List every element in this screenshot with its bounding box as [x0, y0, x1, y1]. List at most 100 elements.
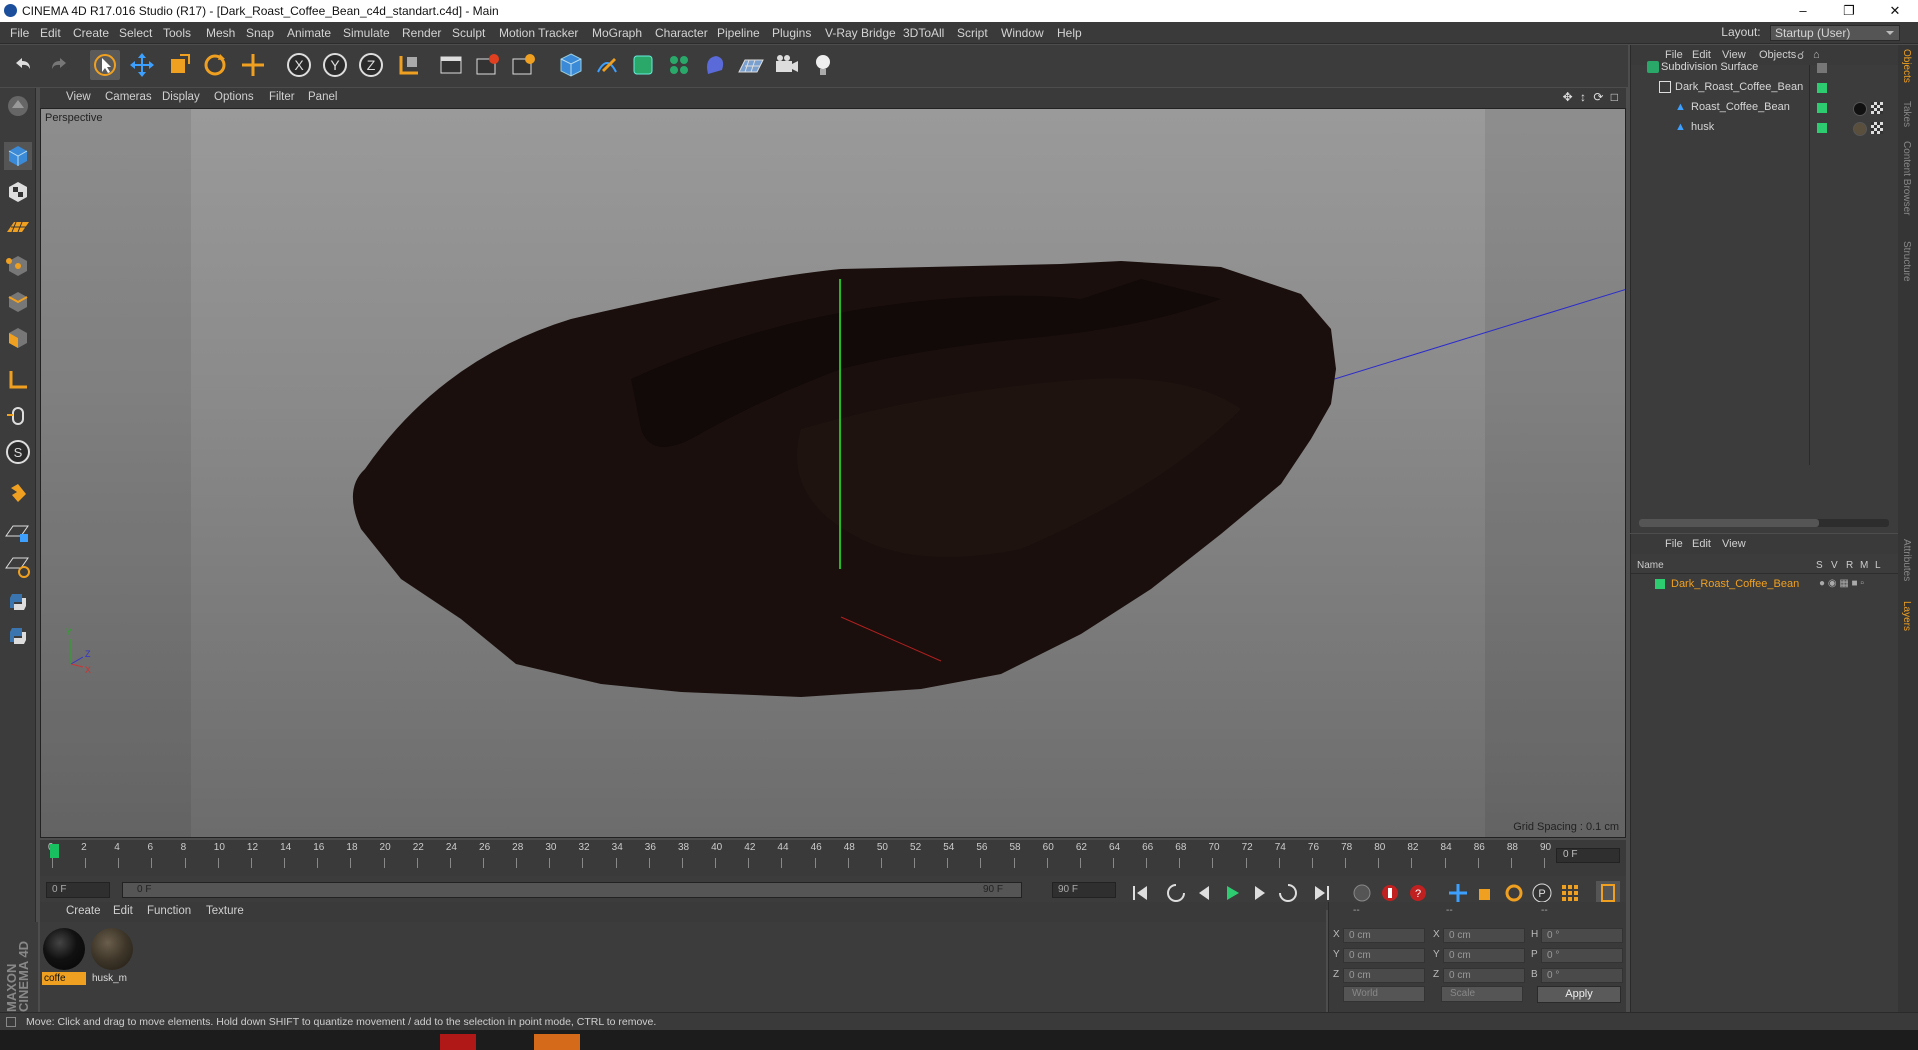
- make-editable-icon[interactable]: [4, 92, 32, 120]
- restore-icon[interactable]: ❐: [1826, 0, 1872, 22]
- lock-workplane-icon[interactable]: [4, 518, 32, 546]
- layer-color-tag[interactable]: [1817, 83, 1827, 93]
- rotation-p-field[interactable]: 0 °: [1541, 948, 1623, 963]
- move-icon[interactable]: [127, 50, 157, 80]
- vp-menu-filter[interactable]: Filter: [269, 91, 295, 103]
- texture-mode-icon[interactable]: [4, 178, 32, 206]
- menu-render[interactable]: Render: [402, 26, 441, 40]
- light-icon[interactable]: [808, 50, 838, 80]
- viewport-nav-icons[interactable]: ✥ ↕ ⟳ □: [1563, 90, 1620, 104]
- perspective-viewport[interactable]: Perspective Y Z X Grid Spacing : 0.1 cm: [40, 108, 1626, 838]
- layer-toggle-icons[interactable]: ● ◉ ▦ ■ ▫: [1819, 578, 1864, 589]
- mat-menu-edit[interactable]: Edit: [113, 905, 133, 917]
- tab-structure[interactable]: Structure: [1901, 241, 1912, 282]
- x-axis-icon[interactable]: X: [284, 50, 314, 80]
- mat-menu-texture[interactable]: Texture: [206, 905, 244, 917]
- z-axis-icon[interactable]: Z: [356, 50, 386, 80]
- horizontal-scrollbar[interactable]: [1639, 519, 1889, 527]
- menu-animate[interactable]: Animate: [287, 26, 331, 40]
- deformer-icon[interactable]: [700, 50, 730, 80]
- python-icon[interactable]: [4, 588, 32, 616]
- select-icon[interactable]: [90, 50, 120, 80]
- material-husk[interactable]: husk_m: [90, 928, 134, 985]
- layer-color-tag[interactable]: [1817, 103, 1827, 113]
- menu-character[interactable]: Character: [655, 26, 708, 40]
- rotate-icon[interactable]: [200, 50, 230, 80]
- position-y-field[interactable]: 0 cm: [1343, 948, 1425, 963]
- menu-motion-tracker[interactable]: Motion Tracker: [499, 26, 578, 40]
- python-script-icon[interactable]: [4, 622, 32, 650]
- floor-icon[interactable]: [736, 50, 766, 80]
- vp-menu-view[interactable]: View: [66, 91, 91, 103]
- menu-plugins[interactable]: Plugins: [772, 26, 811, 40]
- playhead-marker[interactable]: [50, 844, 59, 858]
- tweak-mode-icon[interactable]: [4, 402, 32, 430]
- menu-simulate[interactable]: Simulate: [343, 26, 390, 40]
- material-tag-husk[interactable]: [1853, 122, 1867, 136]
- start-frame-field[interactable]: 0 F: [46, 882, 110, 898]
- size-y-field[interactable]: 0 cm: [1443, 948, 1525, 963]
- y-axis-icon[interactable]: Y: [320, 50, 350, 80]
- menu-help[interactable]: Help: [1057, 26, 1082, 40]
- minimize-icon[interactable]: –: [1780, 0, 1826, 22]
- menu-snap[interactable]: Snap: [246, 26, 274, 40]
- tab-takes[interactable]: Takes: [1901, 101, 1912, 127]
- texture-tag-icon[interactable]: [1871, 102, 1883, 114]
- object-row-roast-bean[interactable]: ▲ Roast_Coffee_Bean: [1637, 99, 1889, 117]
- pen-icon[interactable]: [592, 50, 622, 80]
- object-row-subdivision[interactable]: Subdivision Surface: [1637, 59, 1889, 77]
- menu-sculpt[interactable]: Sculpt: [452, 26, 485, 40]
- mat-menu-function[interactable]: Function: [147, 905, 191, 917]
- cloner-icon[interactable]: [664, 50, 694, 80]
- vp-menu-cameras[interactable]: Cameras: [105, 91, 152, 103]
- render-settings-icon[interactable]: [508, 50, 538, 80]
- size-mode-dropdown[interactable]: Scale: [1441, 986, 1523, 1002]
- layer-color-tag[interactable]: [1817, 123, 1827, 133]
- menu-vray-bridge[interactable]: V-Ray Bridge: [825, 26, 896, 40]
- coordinate-system-icon[interactable]: [394, 50, 424, 80]
- redo-icon[interactable]: [44, 50, 74, 80]
- vp-menu-options[interactable]: Options: [214, 91, 254, 103]
- tab-content-browser[interactable]: Content Browser: [1901, 141, 1912, 215]
- menu-edit[interactable]: Edit: [40, 26, 61, 40]
- object-row-husk[interactable]: ▲ husk: [1637, 119, 1889, 137]
- layer-menu-view[interactable]: View: [1722, 538, 1746, 550]
- undo-icon[interactable]: [8, 50, 38, 80]
- model-mode-icon[interactable]: [4, 142, 32, 170]
- render-picture-icon[interactable]: [472, 50, 502, 80]
- menu-create[interactable]: Create: [73, 26, 109, 40]
- menu-pipeline[interactable]: Pipeline: [717, 26, 760, 40]
- taskbar-app-icon[interactable]: [534, 1034, 580, 1050]
- timeline-ruler[interactable]: 0246810121416182022242628303234363840424…: [40, 840, 1626, 876]
- tab-objects[interactable]: Objects: [1901, 49, 1912, 83]
- size-z-field[interactable]: 0 cm: [1443, 968, 1525, 983]
- menu-window[interactable]: Window: [1001, 26, 1044, 40]
- layer-color-swatch[interactable]: [1655, 579, 1665, 589]
- vp-menu-display[interactable]: Display: [162, 91, 200, 103]
- coordinate-mode-dropdown[interactable]: World: [1343, 986, 1425, 1002]
- close-icon[interactable]: ✕: [1872, 0, 1918, 22]
- visibility-toggle[interactable]: [1817, 63, 1827, 73]
- axis-mode-icon[interactable]: [4, 366, 32, 394]
- last-tool-icon[interactable]: [238, 50, 268, 80]
- menu-mesh[interactable]: Mesh: [206, 26, 235, 40]
- menu-file[interactable]: File: [10, 26, 29, 40]
- render-view-icon[interactable]: [436, 50, 466, 80]
- points-mode-icon[interactable]: [4, 252, 32, 280]
- menu-3dtoall[interactable]: 3DToAll: [903, 26, 944, 40]
- frame-range-slider[interactable]: 0 F 90 F: [122, 882, 1022, 898]
- taskbar-app-icon[interactable]: [440, 1034, 476, 1050]
- snap-icon[interactable]: S: [4, 438, 32, 466]
- end-frame-field[interactable]: 90 F: [1052, 882, 1116, 898]
- position-z-field[interactable]: 0 cm: [1343, 968, 1425, 983]
- material-coffe[interactable]: coffe: [42, 928, 86, 985]
- layout-dropdown[interactable]: Startup (User): [1770, 25, 1900, 41]
- workplane-icon[interactable]: [4, 214, 32, 242]
- polygons-mode-icon[interactable]: [4, 324, 32, 352]
- menu-tools[interactable]: Tools: [163, 26, 191, 40]
- texture-tag-icon[interactable]: [1871, 122, 1883, 134]
- layer-menu-file[interactable]: File: [1665, 538, 1683, 550]
- menu-select[interactable]: Select: [119, 26, 152, 40]
- camera-icon[interactable]: [772, 50, 802, 80]
- rotation-h-field[interactable]: 0 °: [1541, 928, 1623, 943]
